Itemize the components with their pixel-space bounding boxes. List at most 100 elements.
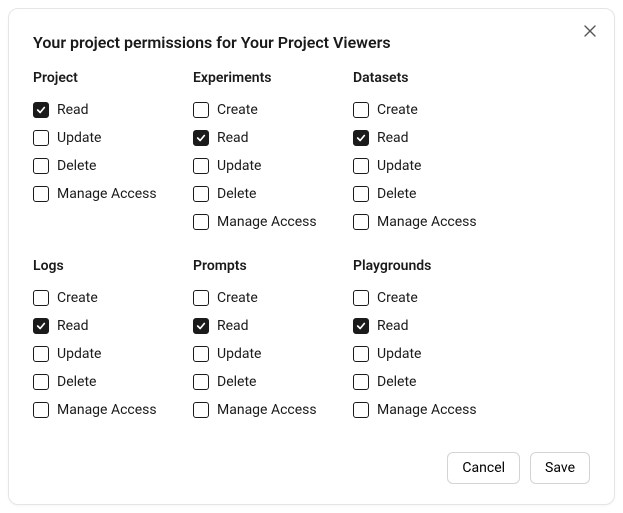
- close-button[interactable]: [580, 21, 600, 41]
- checkbox[interactable]: [353, 374, 369, 390]
- permission-label: Update: [217, 158, 261, 174]
- checkbox[interactable]: [193, 186, 209, 202]
- permission-label: Delete: [377, 374, 416, 390]
- permission-label: Update: [377, 346, 421, 362]
- permission-row[interactable]: Delete: [353, 180, 513, 208]
- permission-label: Update: [217, 346, 261, 362]
- checkbox[interactable]: [33, 346, 49, 362]
- permission-row[interactable]: Read: [33, 96, 193, 124]
- checkbox[interactable]: [353, 290, 369, 306]
- checkbox[interactable]: [193, 130, 209, 146]
- permission-row[interactable]: Create: [353, 96, 513, 124]
- permission-label: Manage Access: [217, 214, 317, 230]
- permission-section: PromptsCreateReadUpdateDeleteManage Acce…: [193, 258, 353, 424]
- permission-row[interactable]: Delete: [353, 368, 513, 396]
- permission-label: Update: [57, 130, 101, 146]
- checkbox[interactable]: [193, 102, 209, 118]
- permission-label: Create: [377, 102, 418, 118]
- checkbox[interactable]: [33, 402, 49, 418]
- checkbox[interactable]: [33, 102, 49, 118]
- close-icon: [584, 25, 596, 37]
- checkbox[interactable]: [353, 318, 369, 334]
- checkbox[interactable]: [33, 130, 49, 146]
- permission-label: Create: [377, 290, 418, 306]
- permission-row[interactable]: Read: [33, 312, 193, 340]
- checkbox[interactable]: [33, 318, 49, 334]
- permission-row[interactable]: Update: [353, 340, 513, 368]
- checkbox[interactable]: [33, 158, 49, 174]
- permission-section: Experiments Create Read Update Delete Manage …: [193, 70, 353, 236]
- permission-label: Create: [57, 290, 98, 306]
- checkbox[interactable]: [193, 158, 209, 174]
- checkbox[interactable]: [353, 102, 369, 118]
- permission-label: Manage Access: [217, 402, 317, 418]
- permissions-grid: ProjectReadUpdateDeleteManage AccessExpe…: [33, 70, 590, 424]
- permission-row[interactable]: Read: [353, 312, 513, 340]
- permission-row[interactable]: Update: [353, 152, 513, 180]
- permission-label: Delete: [217, 374, 256, 390]
- permission-row[interactable]: Manage Access: [33, 180, 193, 208]
- permission-label: Read: [217, 318, 249, 334]
- checkbox[interactable]: [353, 158, 369, 174]
- permission-section: Project Read Update Delete Manage Access: [33, 70, 193, 236]
- checkbox[interactable]: [193, 214, 209, 230]
- permission-label: Delete: [377, 186, 416, 202]
- permission-row[interactable]: Read: [193, 312, 353, 340]
- section-title: Logs: [33, 258, 193, 274]
- permission-row[interactable]: Delete: [33, 152, 193, 180]
- permission-label: Delete: [57, 374, 96, 390]
- permission-label: Read: [377, 130, 409, 146]
- permission-label: Read: [57, 318, 89, 334]
- permission-row[interactable]: Update: [193, 340, 353, 368]
- permission-label: Update: [57, 346, 101, 362]
- section-title: Experiments: [193, 70, 353, 86]
- permission-row[interactable]: Delete: [193, 368, 353, 396]
- permission-label: Delete: [57, 158, 96, 174]
- permission-row[interactable]: Create: [353, 284, 513, 312]
- checkbox[interactable]: [353, 186, 369, 202]
- section-title: Playgrounds: [353, 258, 513, 274]
- permission-section: DatasetsCreateReadUpdateDeleteManage Acc…: [353, 70, 513, 236]
- permission-label: Update: [377, 158, 421, 174]
- checkbox[interactable]: [33, 374, 49, 390]
- permission-row[interactable]: Create: [33, 284, 193, 312]
- permission-row[interactable]: Update: [33, 340, 193, 368]
- permission-row[interactable]: Update: [193, 152, 353, 180]
- permission-row[interactable]: Read: [353, 124, 513, 152]
- permissions-dialog: Your project permissions for Your Projec…: [8, 8, 615, 505]
- checkbox[interactable]: [193, 374, 209, 390]
- checkbox[interactable]: [193, 346, 209, 362]
- checkbox[interactable]: [353, 214, 369, 230]
- checkbox[interactable]: [353, 346, 369, 362]
- checkbox[interactable]: [33, 186, 49, 202]
- permission-section: Playgrounds Create Read Update Delete Manage …: [353, 258, 513, 424]
- checkbox[interactable]: [353, 402, 369, 418]
- cancel-button[interactable]: Cancel: [447, 452, 520, 484]
- permission-label: Create: [217, 102, 258, 118]
- permission-row[interactable]: Create: [193, 96, 353, 124]
- permission-label: Read: [57, 102, 89, 118]
- permission-label: Manage Access: [377, 402, 477, 418]
- checkbox[interactable]: [193, 290, 209, 306]
- permission-section: Logs Create Read Update Delete Manage Access: [33, 258, 193, 424]
- permission-label: Manage Access: [57, 402, 157, 418]
- permission-row[interactable]: Manage Access: [193, 208, 353, 236]
- permission-label: Manage Access: [377, 214, 477, 230]
- permission-row[interactable]: Manage Access: [353, 208, 513, 236]
- checkbox[interactable]: [353, 130, 369, 146]
- permission-row[interactable]: Manage Access: [353, 396, 513, 424]
- permission-row[interactable]: Manage Access: [193, 396, 353, 424]
- permission-label: Read: [217, 130, 249, 146]
- permission-row[interactable]: Read: [193, 124, 353, 152]
- permission-label: Read: [377, 318, 409, 334]
- checkbox[interactable]: [193, 402, 209, 418]
- permission-row[interactable]: Manage Access: [33, 396, 193, 424]
- section-title: Project: [33, 70, 193, 86]
- save-button[interactable]: Save: [530, 452, 590, 484]
- permission-row[interactable]: Update: [33, 124, 193, 152]
- permission-row[interactable]: Delete: [33, 368, 193, 396]
- checkbox[interactable]: [193, 318, 209, 334]
- permission-row[interactable]: Create: [193, 284, 353, 312]
- permission-row[interactable]: Delete: [193, 180, 353, 208]
- checkbox[interactable]: [33, 290, 49, 306]
